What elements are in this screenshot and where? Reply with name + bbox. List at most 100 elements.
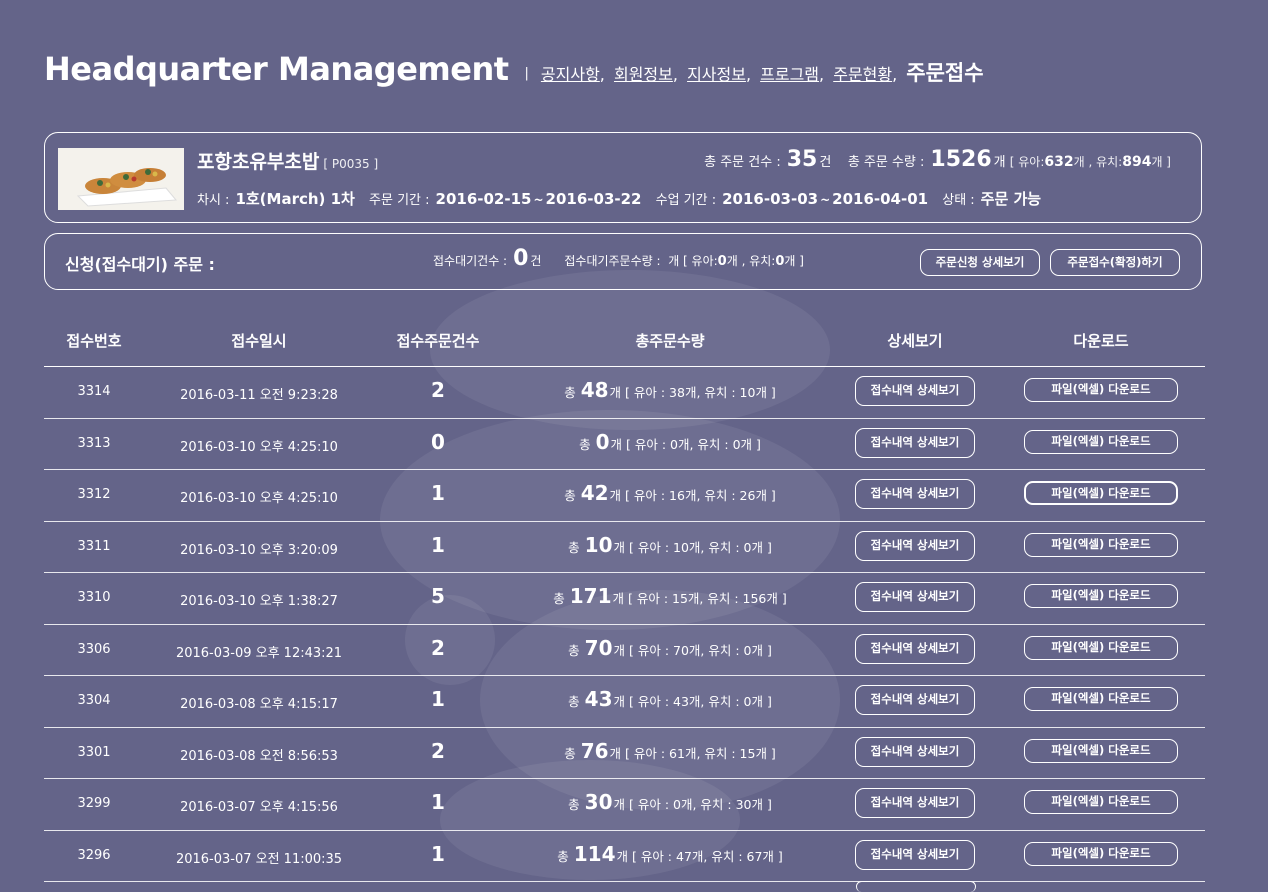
title-separator: |: [524, 66, 529, 81]
order-count: 1: [431, 841, 445, 866]
receipt-detail-button[interactable]: 접수내역 상세보기: [855, 376, 975, 406]
receipt-no: 3306: [77, 641, 111, 657]
nav-link-order-status[interactable]: 주문현황: [833, 65, 892, 84]
total-qty-cell: 총 43개 [ 유아 : 43개, 유치 : 0개 ]: [568, 687, 772, 711]
total-qty-cell: 총 10개 [ 유아 : 10개, 유치 : 0개 ]: [568, 532, 772, 557]
product-name: 포항초유부초밥: [197, 151, 320, 173]
excel-download-button[interactable]: 파일(엑셀) 다운로드: [1024, 584, 1178, 608]
table-row: 3299 2016-03-07 오후 4:15:56 1 총 30개 [ 유아 : 0…: [44, 779, 1205, 831]
receipt-detail-button[interactable]: 접수내역 상세보기: [855, 427, 975, 458]
total-qty-cell: 총 171개 [ 유아 : 15개, 유치 : 156개 ]: [553, 584, 787, 608]
nav-link-notices[interactable]: 공지사항: [541, 65, 600, 84]
total-qty: 76: [580, 738, 609, 763]
excel-download-button[interactable]: 파일(엑셀) 다운로드: [1024, 790, 1178, 814]
receipt-datetime: 2016-03-09 오후 12:43:21: [175, 645, 343, 661]
excel-download-button[interactable]: 파일(엑셀) 다운로드: [1024, 481, 1178, 505]
order-count: 5: [431, 584, 445, 608]
total-orders-label: 총 주문 건수 :: [704, 155, 781, 170]
receipt-detail-button[interactable]: 접수내역 상세보기: [855, 530, 975, 561]
infant-qty: 632: [1044, 154, 1074, 170]
receipt-no: 3311: [77, 538, 111, 554]
receipt-no: 3314: [77, 384, 111, 399]
qty-breakdown: [ 유아 : 16개, 유치 : 26개 ]: [625, 488, 776, 503]
table-row: 3310 2016-03-10 오후 1:38:27 5 총 171개 [ 유아 : …: [44, 573, 1205, 625]
table-row: 3314 2016-03-11 오전 9:23:28 2 총 48개 [ 유아 : 3…: [44, 367, 1205, 419]
receipt-detail-button[interactable]: 접수내역 상세보기: [855, 582, 975, 612]
total-qty: 42: [580, 481, 609, 505]
pending-title: 신청(접수대기) 주문 :: [65, 255, 215, 274]
class-period: 2016-03-03 ~2016-04-01: [722, 190, 929, 208]
confirm-order-button[interactable]: 주문접수(확정)하기: [1050, 249, 1180, 276]
header-receipt-no: 접수번호: [66, 332, 122, 350]
receipt-detail-button[interactable]: 접수내역 상세보기: [855, 839, 975, 870]
total-qty-cell: 총 30개 [ 유아 : 0개, 유치 : 30개 ]: [568, 790, 772, 814]
header-download: 다운로드: [1073, 332, 1129, 350]
product-summary-panel: 포항초유부초밥[ P0035 ] 총 주문 건수 :35 건 총 주문 수량 :1…: [44, 132, 1202, 223]
total-qty: 43: [584, 687, 613, 711]
total-qty-cell: 총 70개 [ 유아 : 70개, 유치 : 0개 ]: [568, 635, 772, 660]
total-qty: 0: [595, 429, 610, 454]
nav-link-members[interactable]: 회원정보: [614, 65, 673, 84]
header-total-qty: 총주문수량: [635, 332, 705, 350]
product-details-line: 차시 :1호(March) 1차 주문 기간 :2016-02-15 ~2016-…: [197, 190, 1042, 208]
excel-download-button[interactable]: 파일(엑셀) 다운로드: [1024, 841, 1178, 866]
receipt-datetime: 2016-03-07 오후 4:15:56: [180, 800, 338, 815]
pending-infant: 0: [717, 254, 727, 269]
order-request-detail-button[interactable]: 주문신청 상세보기: [920, 249, 1040, 276]
receipt-no: 3312: [77, 487, 111, 502]
receipt-no: 3304: [77, 693, 111, 708]
receipt-detail-button[interactable]: 접수내역 상세보기: [855, 685, 975, 715]
round-value: 1호(March) 1차: [235, 190, 355, 208]
header-order-count: 접수주문건수: [396, 332, 480, 350]
excel-download-button[interactable]: 파일(엑셀) 다운로드: [1024, 429, 1178, 454]
total-qty: 30: [584, 790, 613, 814]
nav-link-branches[interactable]: 지사정보: [687, 65, 746, 84]
order-count: 1: [431, 532, 445, 557]
detail-button-partial[interactable]: [856, 881, 976, 892]
excel-download-button[interactable]: 파일(엑셀) 다운로드: [1024, 635, 1178, 660]
table-body: 3314 2016-03-11 오전 9:23:28 2 총 48개 [ 유아 : 3…: [44, 367, 1205, 882]
receipt-datetime: 2016-03-11 오전 9:23:28: [180, 388, 338, 403]
receipt-detail-button[interactable]: 접수내역 상세보기: [855, 479, 975, 509]
top-nav: 공지사항, 회원정보, 지사정보, 프로그램, 주문현황, 주문접수: [540, 61, 984, 85]
qty-breakdown: [ 유아 : 70개, 유치 : 0개 ]: [629, 642, 772, 658]
qty-breakdown: [ 유아 : 0개, 유치 : 30개 ]: [629, 797, 772, 812]
qty-breakdown: [ 유아 : 10개, 유치 : 0개 ]: [629, 539, 772, 555]
pending-orders-panel: 신청(접수대기) 주문 : 접수대기건수 :0건 접수대기주문수량 : 개 [ …: [44, 233, 1202, 290]
order-count: 2: [431, 635, 445, 660]
table-row: 3313 2016-03-10 오후 4:25:10 0 총 0개 [ 유아 : 0개…: [44, 419, 1205, 470]
receipt-no: 3301: [77, 744, 111, 760]
nav-current-order-receipt: 주문접수: [906, 61, 984, 85]
receipt-detail-button[interactable]: 접수내역 상세보기: [855, 788, 975, 818]
total-qty-cell: 총 48개 [ 유아 : 38개, 유치 : 10개 ]: [564, 378, 776, 402]
excel-download-button[interactable]: 파일(엑셀) 다운로드: [1024, 738, 1178, 763]
order-receipt-table: 접수번호 접수일시 접수주문건수 총주문수량 상세보기 다운로드 3314 201…: [44, 322, 1205, 882]
total-qty: 70: [584, 635, 613, 660]
receipt-detail-button[interactable]: 접수내역 상세보기: [855, 736, 975, 767]
header-receipt-datetime: 접수일시: [231, 332, 287, 350]
receipt-detail-button[interactable]: 접수내역 상세보기: [855, 633, 975, 664]
pending-stats: 접수대기건수 :0건 접수대기주문수량 : 개 [ 유아:0개 , 유치:0개 …: [433, 246, 804, 271]
receipt-no: 3299: [77, 796, 111, 811]
kinder-qty: 894: [1122, 154, 1152, 170]
excel-download-button[interactable]: 파일(엑셀) 다운로드: [1024, 378, 1178, 402]
total-qty-cell: 총 0개 [ 유아 : 0개, 유치 : 0개 ]: [579, 429, 761, 454]
order-count: 0: [431, 429, 445, 454]
total-orders-value: 35: [786, 147, 818, 172]
total-qty-cell: 총 114개 [ 유아 : 47개, 유치 : 67개 ]: [557, 841, 783, 866]
table-row: 3296 2016-03-07 오전 11:00:35 1 총 114개 [ 유아 :…: [44, 831, 1205, 882]
header-detail: 상세보기: [887, 332, 943, 350]
total-qty-label: 총 주문 수량 :: [847, 155, 925, 170]
nav-link-programs[interactable]: 프로그램: [760, 65, 819, 84]
table-row: 3306 2016-03-09 오후 12:43:21 2 총 70개 [ 유아 : …: [44, 625, 1205, 676]
table-row: 3301 2016-03-08 오전 8:56:53 2 총 76개 [ 유아 : 6…: [44, 728, 1205, 779]
receipt-datetime: 2016-03-07 오전 11:00:35: [175, 851, 343, 867]
excel-download-button[interactable]: 파일(엑셀) 다운로드: [1024, 532, 1178, 557]
total-qty-cell: 총 76개 [ 유아 : 61개, 유치 : 15개 ]: [564, 738, 776, 763]
order-count: 1: [431, 481, 445, 505]
pending-count: 0: [513, 246, 529, 271]
table-row: 3304 2016-03-08 오후 4:15:17 1 총 43개 [ 유아 : 4…: [44, 676, 1205, 728]
excel-download-button[interactable]: 파일(엑셀) 다운로드: [1024, 687, 1178, 711]
product-code: [ P0035 ]: [323, 157, 379, 171]
order-totals: 총 주문 건수 :35 건 총 주문 수량 :1526 개 [ 유아:632개 , …: [704, 147, 1171, 172]
